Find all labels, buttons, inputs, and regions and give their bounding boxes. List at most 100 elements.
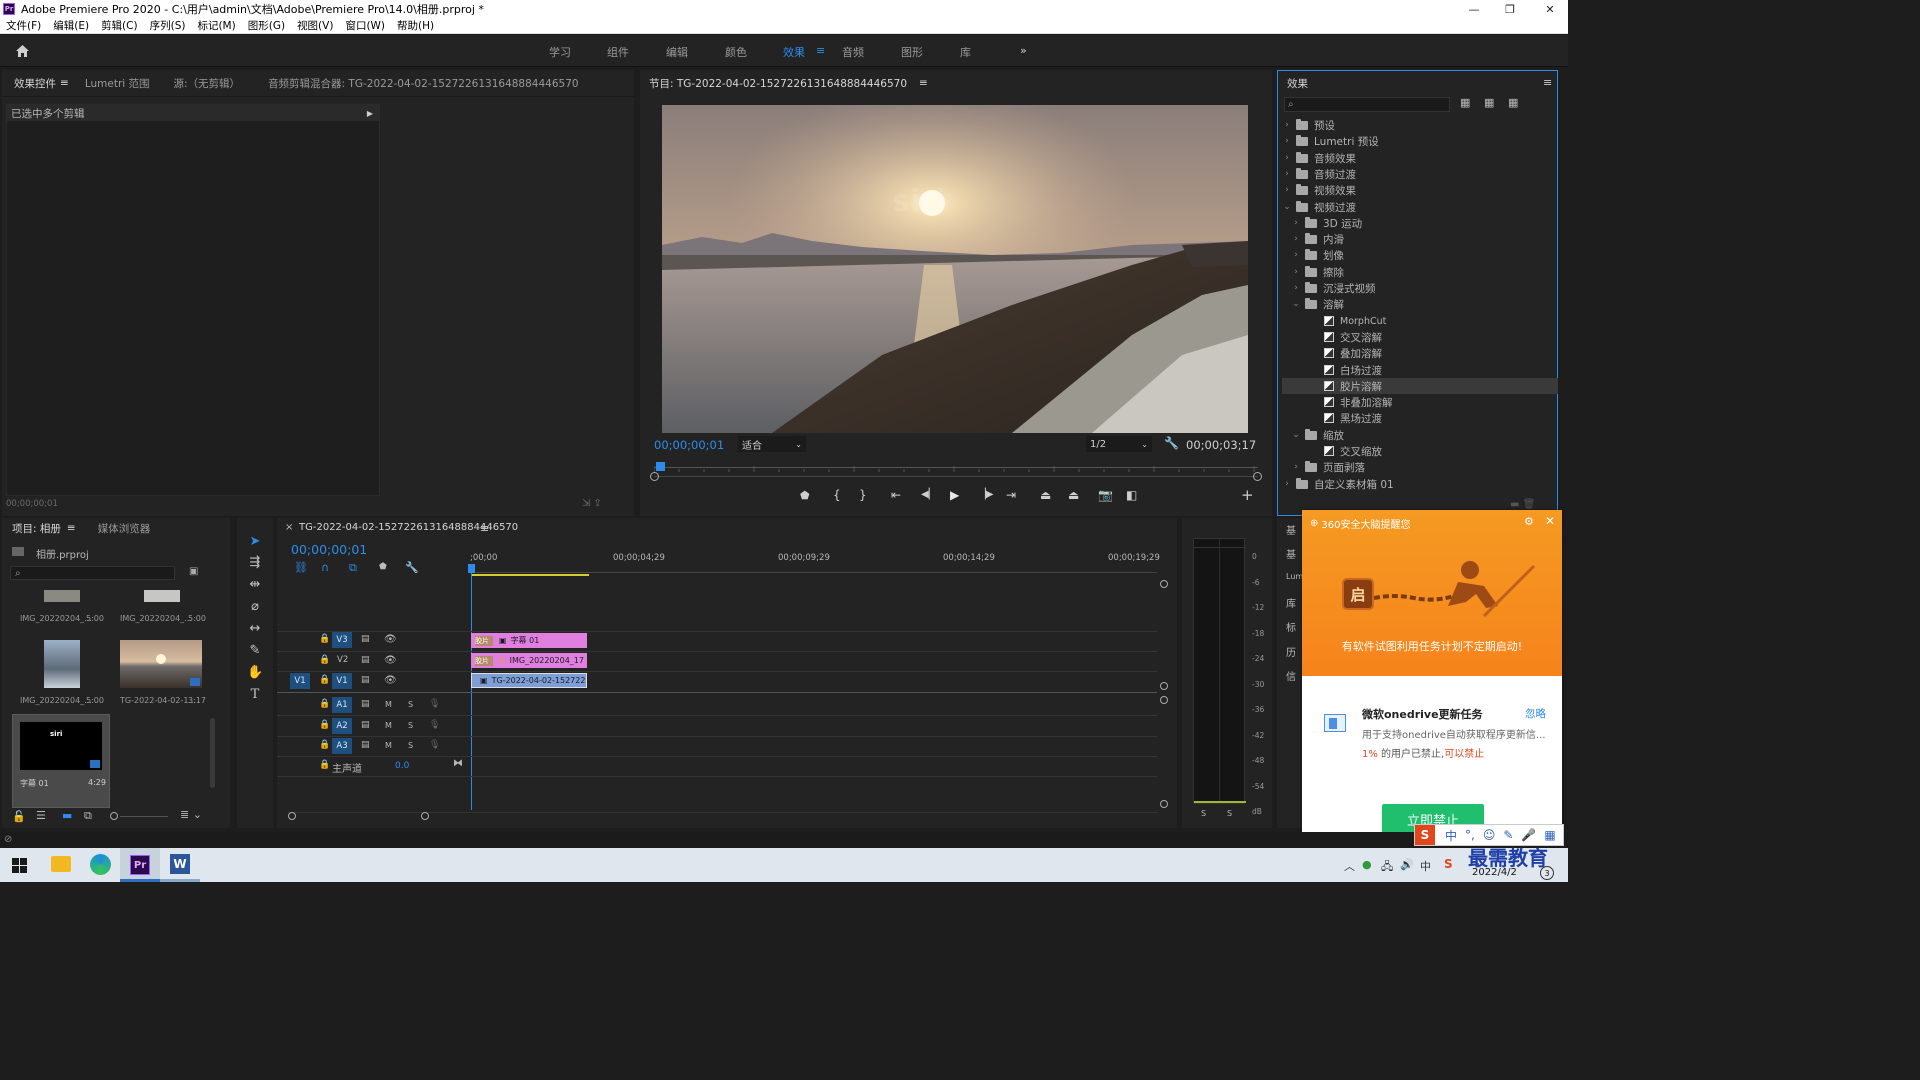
clip-thumbnail[interactable] [44, 590, 80, 602]
chevron-right-icon[interactable]: › [1291, 250, 1301, 260]
effects-tree-item[interactable]: › Lumetri 预设 [1282, 133, 1558, 149]
side-tab-history[interactable]: 历 [1286, 644, 1296, 659]
workspace-tab-editing[interactable]: 编辑 [666, 44, 688, 60]
timeline-menu-icon[interactable]: ≡ [480, 522, 489, 535]
zoom-slider-handle[interactable] [110, 812, 118, 820]
ime-mode[interactable]: 中 [1445, 827, 1457, 844]
chevron-right-icon[interactable]: › [1282, 169, 1292, 179]
workspace-more-button[interactable]: » [1020, 44, 1027, 57]
menu-edit[interactable]: 编辑(E) [47, 18, 95, 33]
menu-view[interactable]: 视图(V) [291, 18, 339, 33]
extract-icon[interactable]: ⏏ [1068, 488, 1079, 502]
sync-lock-icon[interactable]: ▤ [361, 740, 370, 750]
word-icon[interactable]: W [170, 854, 190, 874]
track-lock-icon[interactable]: 🔒 [319, 740, 330, 750]
mute-button[interactable]: M [385, 721, 392, 730]
effects-tree-item[interactable]: › 内滑 [1282, 231, 1558, 247]
chevron-down-icon[interactable]: ⌄ [1291, 299, 1301, 309]
type-tool-icon[interactable]: T [247, 687, 263, 703]
sort-icon[interactable]: ≣ ⌄ [180, 808, 202, 821]
menu-markers[interactable]: 标记(M) [191, 18, 241, 33]
track-a2-toggle[interactable]: A2 [332, 718, 352, 734]
effects-tree-item[interactable]: ⌄ 缩放 [1282, 427, 1558, 443]
effects-tree-item[interactable]: › 音频过渡 [1282, 166, 1558, 182]
workspace-menu-icon[interactable]: ≡ [816, 44, 825, 57]
add-marker-icon[interactable]: ⬟ [800, 489, 810, 502]
razor-tool-icon[interactable]: ⌀ [247, 599, 263, 615]
effects-tree-item[interactable]: 交叉缩放 [1282, 443, 1558, 459]
effects-tree-item[interactable]: 黑场过渡 [1282, 410, 1558, 426]
linked-selection-icon[interactable]: ⧉ [349, 561, 357, 575]
chevron-down-icon[interactable]: ⌄ [1282, 202, 1292, 212]
effects-tree-item[interactable]: › 擦除 [1282, 264, 1558, 280]
comparison-view-icon[interactable]: ◧ [1126, 488, 1137, 502]
icon-view-icon[interactable]: ▬ [62, 809, 72, 822]
chevron-right-icon[interactable]: › [1291, 462, 1301, 472]
side-tab-info[interactable]: 信 [1286, 668, 1296, 683]
effects-tree-item[interactable]: › 视频效果 [1282, 182, 1558, 198]
track-a3-toggle[interactable]: A3 [332, 738, 352, 754]
menu-file[interactable]: 文件(F) [0, 18, 47, 33]
effects-tree-item[interactable]: 非叠加溶解 [1282, 394, 1558, 410]
tray-expand-icon[interactable]: ︿ [1344, 858, 1355, 874]
effects-search-input[interactable] [1293, 99, 1434, 110]
toolbox-icon[interactable]: ▦ [1544, 828, 1555, 842]
effects-tree-item[interactable]: › 预设 [1282, 117, 1558, 133]
tray-360-icon[interactable]: ● [1362, 858, 1372, 871]
audio-scroll-handle[interactable] [1160, 696, 1168, 704]
punctuation-icon[interactable]: °, [1465, 828, 1475, 842]
slip-tool-icon[interactable]: ↔ [247, 621, 263, 637]
track-lock-icon[interactable]: 🔒 [319, 699, 330, 709]
list-view-icon[interactable]: ☰ [36, 809, 46, 822]
ignore-link[interactable]: 忽略 [1525, 706, 1546, 721]
effects-tree-item[interactable]: › 3D 运动 [1282, 215, 1558, 231]
tab-audio-clip-mixer[interactable]: 音频剪辑混合器: TG-2022-04-02-15272261316488844… [252, 76, 591, 91]
side-tab-markers[interactable]: 标 [1286, 619, 1296, 634]
side-tab-lumetri[interactable]: Lum [1286, 572, 1303, 581]
microphone-icon[interactable]: 🎙 [429, 699, 440, 709]
new-bin-icon[interactable]: ▬ 🗑 [1510, 499, 1535, 510]
chevron-down-icon[interactable]: ⌄ [1291, 430, 1301, 440]
workspace-tab-audio[interactable]: 音频 [842, 44, 864, 60]
tab-effect-controls[interactable]: 效果控件 [2, 76, 68, 91]
timeline-settings-icon[interactable]: 🔧 [405, 561, 419, 574]
yuv-effects-icon[interactable]: ▦ [1508, 96, 1518, 109]
snap-icon[interactable]: ∩ [321, 561, 329, 574]
tab-lumetri-scopes[interactable]: Lumetri 范围 [73, 76, 162, 91]
lift-icon[interactable]: ⏏ [1040, 488, 1051, 502]
stat-link[interactable]: 可以禁止 [1444, 749, 1484, 760]
step-back-icon[interactable]: ◀▏ [921, 489, 936, 500]
effects-tree-item[interactable]: 交叉溶解 [1282, 329, 1558, 345]
chevron-right-icon[interactable]: › [1282, 479, 1292, 489]
menu-window[interactable]: 窗口(W) [339, 18, 391, 33]
tab-project[interactable]: 项目: 相册 [2, 521, 67, 536]
playhead-handle[interactable] [468, 564, 475, 573]
side-tab-essential-sound[interactable]: 基 [1286, 546, 1296, 561]
track-lock-icon[interactable]: 🔒 [319, 675, 330, 685]
clip-sequence[interactable]: ▣ TG-2022-04-02-152722613 [471, 673, 587, 688]
effects-search-field[interactable]: ⌕ [1284, 97, 1450, 112]
track-lock-icon[interactable]: 🔒 [319, 720, 330, 730]
video-scroll-handle[interactable] [1160, 682, 1168, 690]
work-area-bar[interactable] [471, 574, 589, 576]
tab-program[interactable]: 节目: TG-2022-04-02-15272261316488844465​7… [640, 76, 919, 91]
workspace-tab-effects[interactable]: 效果 [783, 44, 805, 60]
add-marker-icon[interactable]: ⬟ [379, 562, 387, 572]
effects-tree-item[interactable]: MorphCut [1282, 313, 1558, 329]
meter-solo-right[interactable]: S [1227, 809, 1232, 818]
menu-help[interactable]: 帮助(H) [391, 18, 440, 33]
chevron-right-icon[interactable]: › [1282, 153, 1292, 163]
pen-tool-icon[interactable]: ✎ [247, 643, 263, 659]
minimize-button[interactable]: — [1456, 0, 1492, 18]
workspace-tab-libraries[interactable]: 库 [960, 44, 971, 60]
wrench-icon[interactable]: 🔧 [1164, 436, 1179, 450]
program-playhead[interactable] [656, 462, 665, 471]
track-lock-icon[interactable]: 🔒 [319, 634, 330, 644]
panel-menu-icon[interactable]: ≡ [60, 77, 69, 89]
menu-sequence[interactable]: 序列(S) [144, 18, 192, 33]
sync-lock-icon[interactable]: ▤ [361, 720, 370, 730]
track-lock-icon[interactable]: 🔒 [319, 760, 330, 770]
solo-button[interactable]: S [408, 741, 413, 750]
zoom-slider[interactable] [120, 816, 168, 817]
home-icon[interactable] [15, 44, 30, 58]
